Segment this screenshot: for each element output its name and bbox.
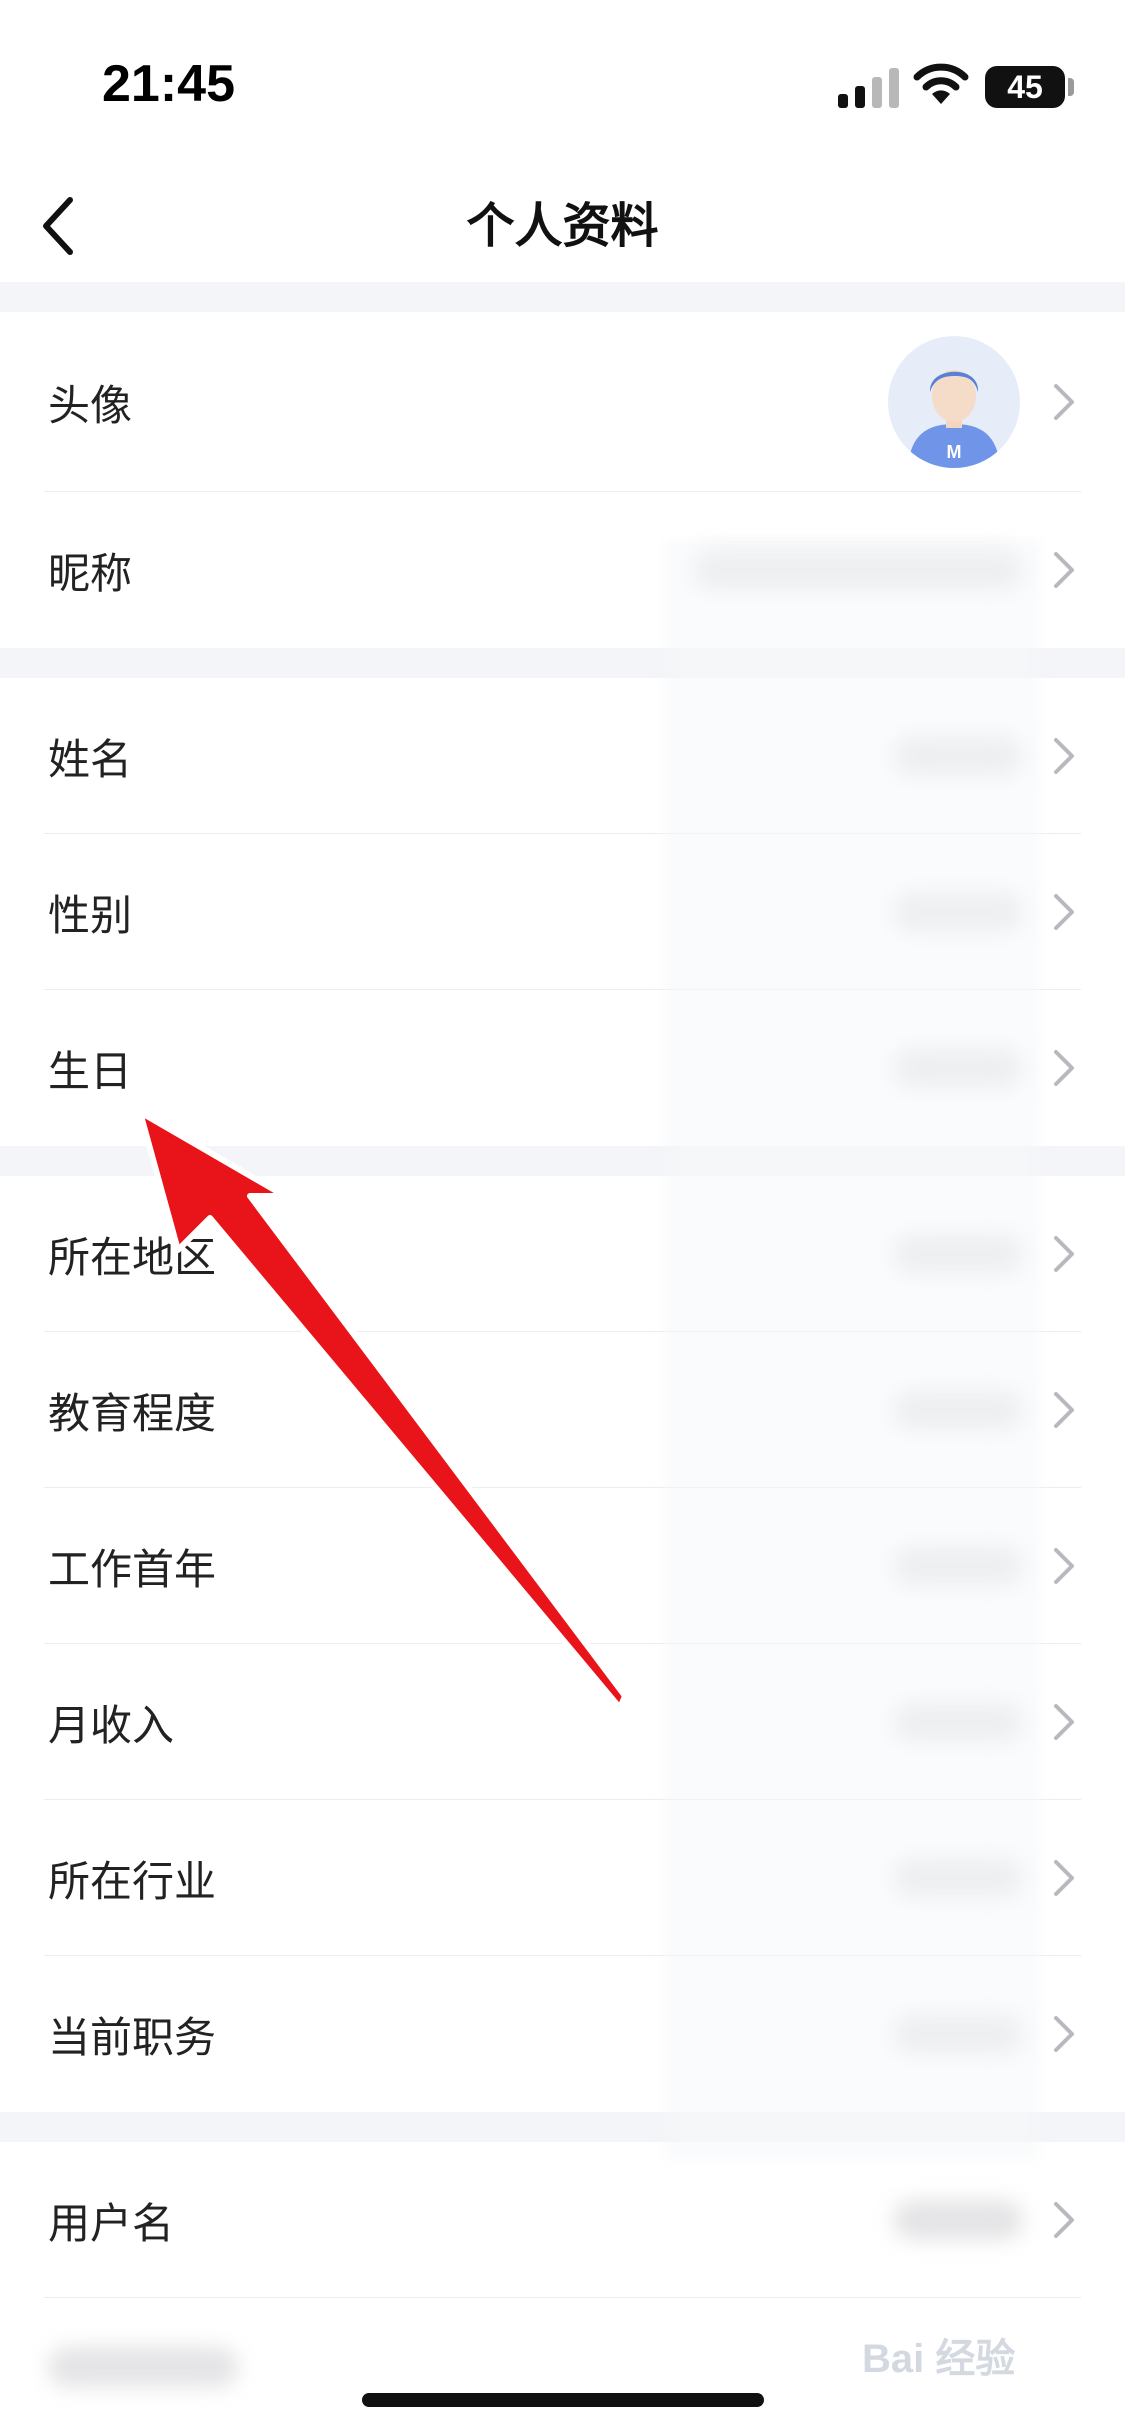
home-indicator[interactable] (362, 2393, 764, 2407)
annotation-arrow-icon (137, 1109, 628, 1711)
arrow-shape (137, 1109, 628, 1711)
watermark: Bai 经验 (862, 2337, 1016, 2381)
